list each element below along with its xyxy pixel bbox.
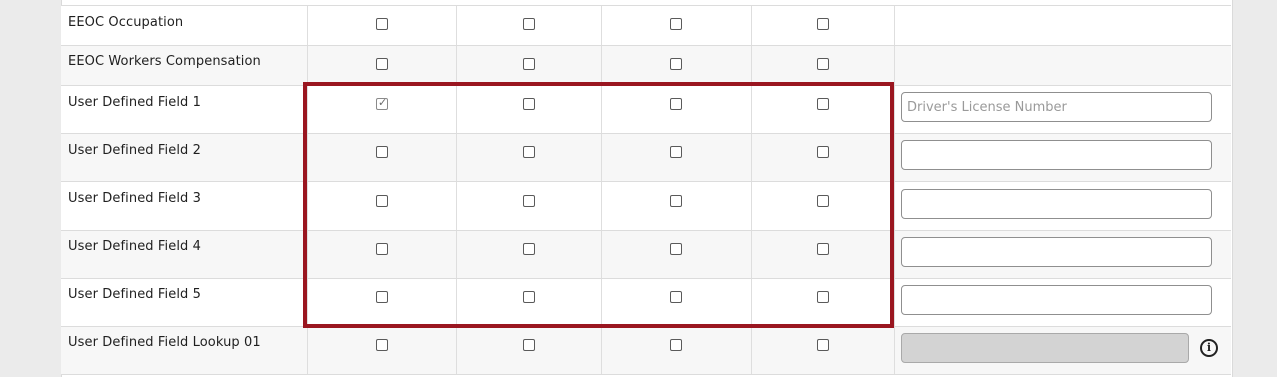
checkbox-col-2[interactable] [523, 98, 535, 110]
field-label: User Defined Field Lookup 01 [68, 335, 261, 350]
column-divider [751, 134, 752, 181]
checkbox-col-1[interactable] [376, 18, 388, 30]
column-divider [456, 6, 457, 45]
field-row-user-defined-field-5: User Defined Field 5 [61, 279, 1231, 327]
column-divider [456, 86, 457, 133]
column-divider [307, 231, 308, 278]
lookup-input [901, 333, 1189, 363]
checkbox-col-2[interactable] [523, 195, 535, 207]
column-divider [601, 279, 602, 326]
column-divider [894, 279, 895, 326]
checkbox-col-1[interactable] [376, 146, 388, 158]
checkbox-col-3[interactable] [670, 195, 682, 207]
checkbox-col-2[interactable] [523, 18, 535, 30]
field-row-user-defined-field-1: User Defined Field 1 [61, 86, 1231, 134]
column-divider [456, 182, 457, 230]
field-label: User Defined Field 5 [68, 287, 201, 302]
field-row-user-defined-field-lookup-01: User Defined Field Lookup 01 i [61, 327, 1231, 375]
checkbox-col-2[interactable] [523, 339, 535, 351]
field-row-eeoc-workers-compensation: EEOC Workers Compensation [61, 46, 1231, 86]
checkbox-col-3[interactable] [670, 146, 682, 158]
column-divider [894, 6, 895, 45]
field-row-user-defined-field-4: User Defined Field 4 [61, 231, 1231, 279]
column-divider [456, 231, 457, 278]
column-divider [751, 46, 752, 85]
column-divider [601, 182, 602, 230]
column-divider [601, 134, 602, 181]
column-divider [894, 46, 895, 85]
field-caption-input[interactable] [901, 285, 1212, 315]
checkbox-col-4[interactable] [817, 98, 829, 110]
column-divider [307, 134, 308, 181]
field-caption-input[interactable] [901, 92, 1212, 122]
field-label: User Defined Field 3 [68, 191, 201, 206]
checkbox-col-3[interactable] [670, 339, 682, 351]
column-divider [307, 279, 308, 326]
column-divider [751, 279, 752, 326]
column-divider [456, 134, 457, 181]
checkbox-col-3[interactable] [670, 291, 682, 303]
column-divider [894, 134, 895, 181]
column-divider [751, 231, 752, 278]
column-divider [307, 86, 308, 133]
checkbox-col-1[interactable] [376, 291, 388, 303]
checkbox-col-1[interactable] [376, 58, 388, 70]
checkbox-col-4[interactable] [817, 18, 829, 30]
checkbox-col-1[interactable] [376, 243, 388, 255]
checkbox-col-1[interactable] [376, 195, 388, 207]
column-divider [751, 86, 752, 133]
column-divider [894, 86, 895, 133]
checkbox-col-3[interactable] [670, 58, 682, 70]
checkbox-col-4[interactable] [817, 58, 829, 70]
checkbox-col-2[interactable] [523, 146, 535, 158]
field-label: EEOC Occupation [68, 15, 184, 30]
column-divider [751, 327, 752, 374]
column-divider [751, 182, 752, 230]
column-divider [601, 86, 602, 133]
checkbox-col-4[interactable] [817, 146, 829, 158]
column-divider [601, 46, 602, 85]
column-divider [751, 6, 752, 45]
column-divider [456, 46, 457, 85]
column-divider [307, 182, 308, 230]
field-row-user-defined-field-3: User Defined Field 3 [61, 182, 1231, 231]
info-icon[interactable]: i [1200, 339, 1218, 357]
checkbox-col-2[interactable] [523, 58, 535, 70]
field-row-eeoc-occupation: EEOC Occupation [61, 5, 1231, 46]
checkbox-col-1[interactable] [376, 96, 388, 110]
column-divider [894, 327, 895, 374]
checkbox-col-4[interactable] [817, 195, 829, 207]
column-divider [601, 327, 602, 374]
column-divider [456, 327, 457, 374]
checkbox-col-4[interactable] [817, 339, 829, 351]
checkbox-col-2[interactable] [523, 243, 535, 255]
field-label: User Defined Field 1 [68, 95, 201, 110]
field-caption-input[interactable] [901, 140, 1212, 170]
column-divider [456, 279, 457, 326]
column-divider [307, 46, 308, 85]
field-label: User Defined Field 4 [68, 239, 201, 254]
column-divider [307, 6, 308, 45]
checkbox-col-4[interactable] [817, 243, 829, 255]
checkbox-col-4[interactable] [817, 291, 829, 303]
column-divider [601, 231, 602, 278]
checkbox-col-3[interactable] [670, 243, 682, 255]
field-label: EEOC Workers Compensation [68, 54, 261, 69]
checkbox-col-1[interactable] [376, 339, 388, 351]
field-caption-input[interactable] [901, 237, 1212, 267]
column-divider [307, 327, 308, 374]
field-caption-input[interactable] [901, 189, 1212, 219]
column-divider [894, 182, 895, 230]
field-row-user-defined-field-2: User Defined Field 2 [61, 134, 1231, 182]
checkbox-col-3[interactable] [670, 98, 682, 110]
checkbox-col-3[interactable] [670, 18, 682, 30]
checkbox-col-2[interactable] [523, 291, 535, 303]
column-divider [601, 6, 602, 45]
field-label: User Defined Field 2 [68, 143, 201, 158]
column-divider [894, 231, 895, 278]
